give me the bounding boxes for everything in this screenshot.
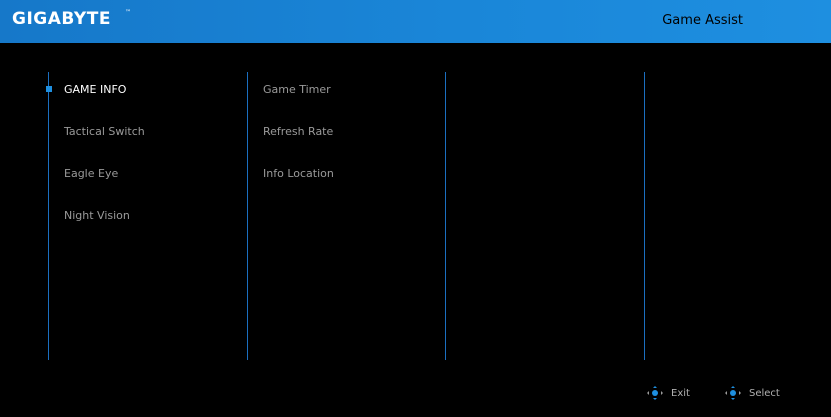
joystick-icon <box>647 386 663 400</box>
column-divider-4 <box>644 72 645 360</box>
header-bar: GIGABYTE ™ Game Assist <box>0 0 831 43</box>
submenu-item-game-timer[interactable]: Game Timer <box>263 83 331 96</box>
menu-item-game-info[interactable]: GAME INFO <box>64 83 126 96</box>
joystick-icon <box>725 386 741 400</box>
column-divider-3 <box>445 72 446 360</box>
exit-button-label[interactable]: Exit <box>671 388 690 399</box>
menu-item-tactical-switch[interactable]: Tactical Switch <box>64 125 145 138</box>
brand-logo: GIGABYTE <box>12 9 111 29</box>
menu-item-eagle-eye[interactable]: Eagle Eye <box>64 167 118 180</box>
menu-item-night-vision[interactable]: Night Vision <box>64 209 130 222</box>
submenu-item-info-location[interactable]: Info Location <box>263 167 334 180</box>
column-divider-1 <box>48 72 49 360</box>
menu-title: Game Assist <box>662 13 743 28</box>
column-divider-2 <box>247 72 248 360</box>
active-bullet-icon <box>46 86 52 92</box>
submenu-item-refresh-rate[interactable]: Refresh Rate <box>263 125 333 138</box>
osd-menu: GIGABYTE ™ Game Assist GAME INFO Tactica… <box>0 0 831 417</box>
trademark-symbol: ™ <box>125 9 131 16</box>
select-button-label[interactable]: Select <box>749 388 780 399</box>
